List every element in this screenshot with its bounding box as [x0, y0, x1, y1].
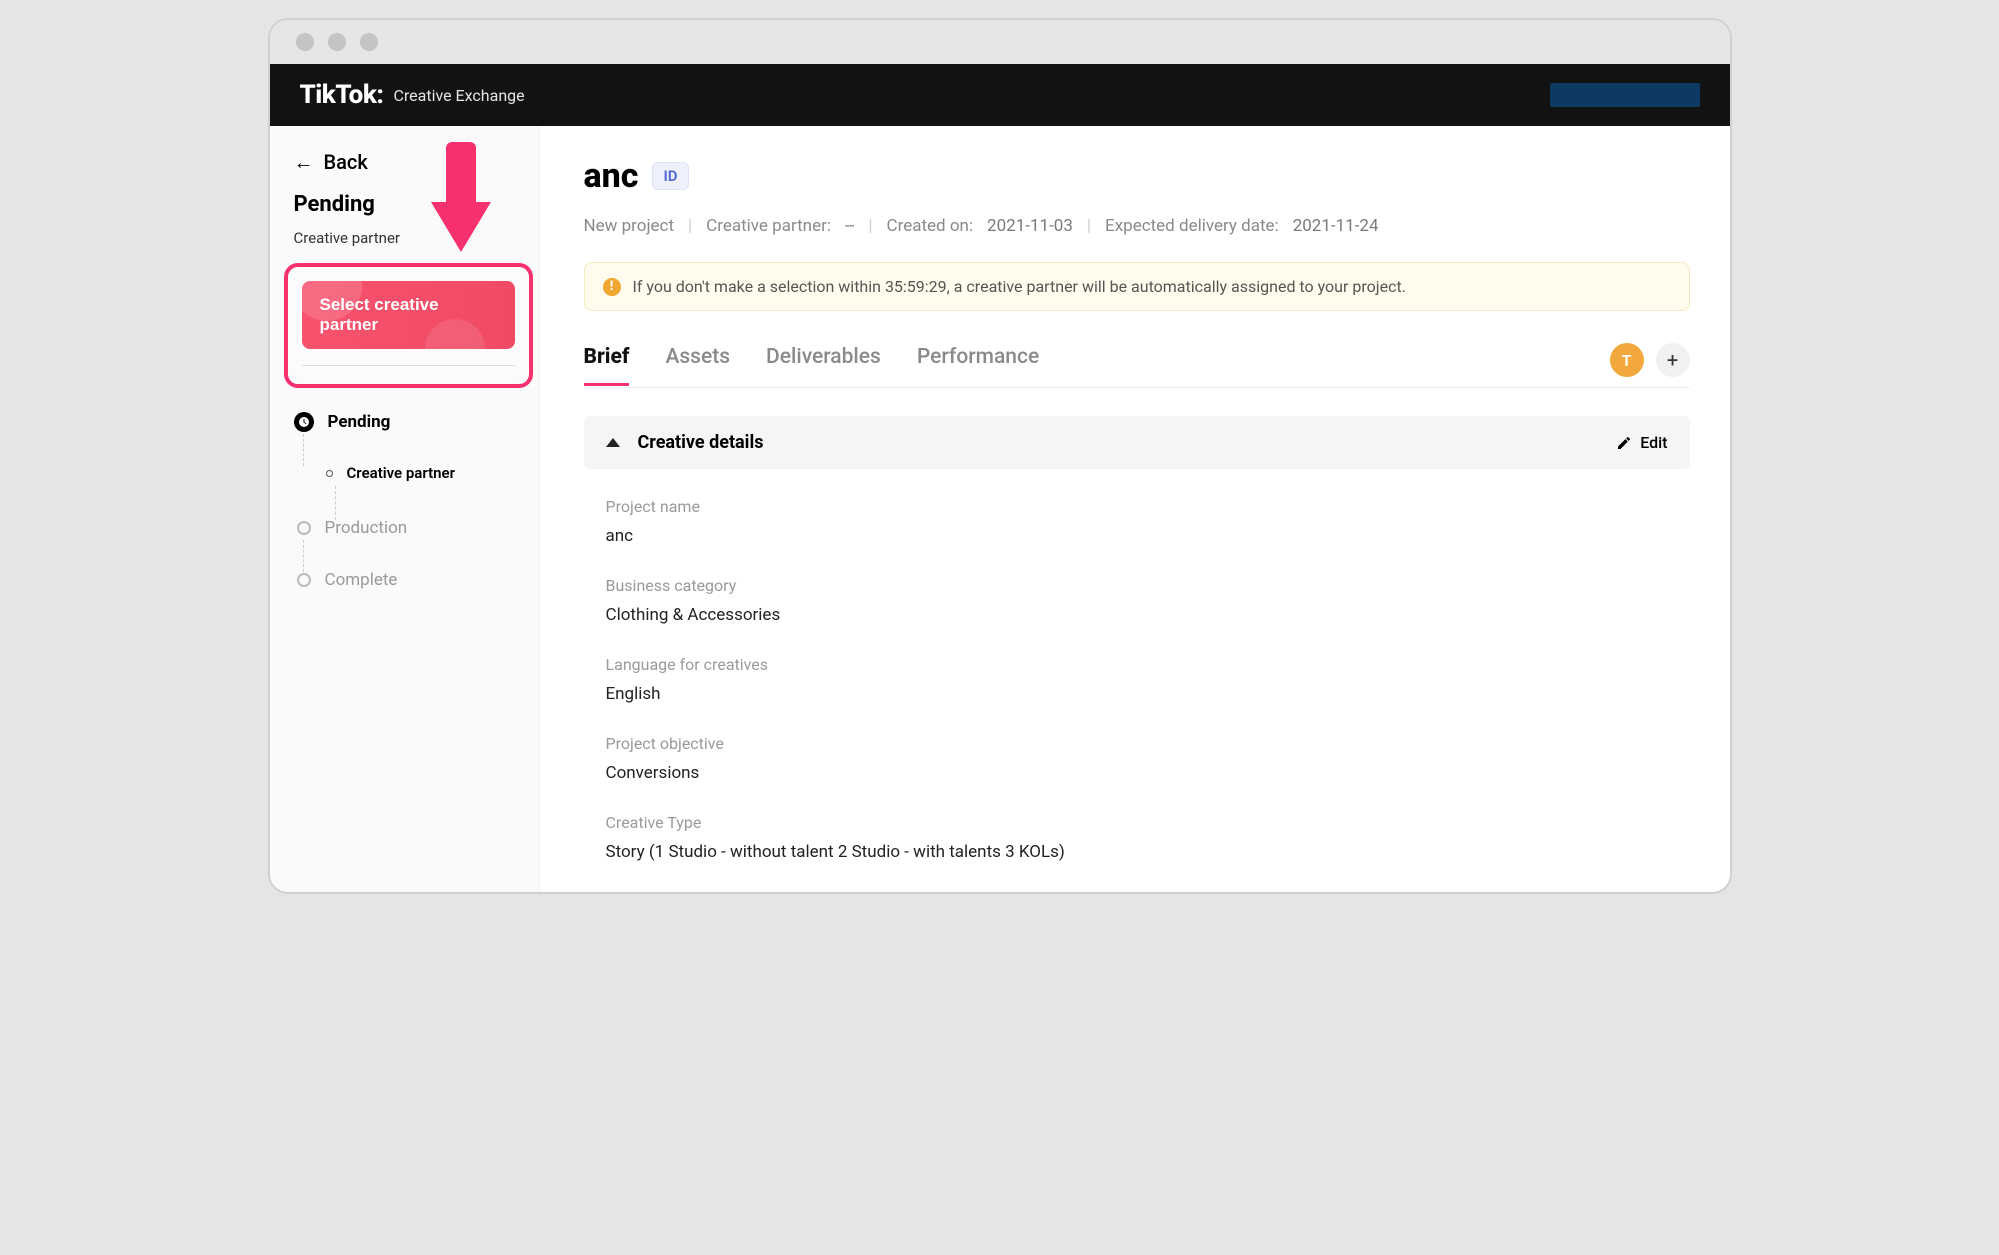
field-value: Story (1 Studio - without talent 2 Studi… [606, 842, 1668, 862]
window-dot [328, 33, 346, 51]
timeline-step-production[interactable]: Production [294, 518, 529, 570]
tabs-row: Brief Assets Deliverables Performance T … [584, 343, 1690, 388]
meta-created-label: Created on: [887, 216, 974, 236]
user-avatar[interactable]: T [1610, 343, 1644, 377]
panel-header-left: Creative details [606, 432, 764, 453]
tabs-actions: T + [1610, 343, 1690, 387]
timeline-label: Production [325, 518, 408, 538]
back-button[interactable]: ← Back [284, 146, 539, 192]
field-value: English [606, 684, 1668, 704]
tab-assets[interactable]: Assets [665, 345, 730, 386]
annotation-arrow-down-icon [433, 142, 489, 252]
clock-icon [294, 412, 314, 432]
field-value: Conversions [606, 763, 1668, 783]
tab-performance[interactable]: Performance [917, 345, 1039, 386]
brand-subtitle: Creative Exchange [393, 86, 524, 105]
meta-status: New project [584, 216, 675, 236]
sidebar: ← Back Pending Creative partner Select c… [270, 126, 540, 892]
field-value: anc [606, 526, 1668, 546]
field-label: Project objective [606, 734, 1668, 753]
meta-partner-value: -- [845, 216, 854, 236]
timeline-label: Pending [328, 412, 391, 432]
field-label: Creative Type [606, 813, 1668, 832]
arrow-left-icon: ← [294, 152, 314, 172]
plus-icon: + [1667, 348, 1678, 372]
circle-open-icon [297, 573, 311, 587]
field-label: Language for creatives [606, 655, 1668, 674]
app-header: TikTok: Creative Exchange [270, 64, 1730, 126]
edit-button[interactable]: Edit [1616, 433, 1667, 452]
field-business-category: Business category Clothing & Accessories [606, 576, 1668, 625]
tab-brief[interactable]: Brief [584, 345, 630, 386]
fields-list: Project name anc Business category Cloth… [584, 469, 1690, 862]
field-label: Project name [606, 497, 1668, 516]
divider [302, 365, 515, 366]
timeline-step-complete[interactable]: Complete [294, 570, 529, 622]
circle-open-icon [297, 521, 311, 535]
separator: | [688, 216, 692, 236]
select-creative-partner-button[interactable]: Select creative partner [302, 281, 515, 349]
timeline-step-pending[interactable]: Pending [294, 412, 529, 464]
window-titlebar [270, 20, 1730, 64]
field-objective: Project objective Conversions [606, 734, 1668, 783]
creative-details-panel: Creative details Edit Project name anc B… [584, 416, 1690, 862]
brand: TikTok: Creative Exchange [300, 80, 525, 110]
meta-created-value: 2021-11-03 [987, 216, 1073, 236]
back-label: Back [324, 150, 368, 174]
main-content: anc ID New project | Creative partner: -… [540, 126, 1730, 892]
project-title: anc [584, 156, 639, 196]
timeline-label: Creative partner [347, 464, 456, 482]
warning-icon: ! [603, 278, 621, 296]
field-label: Business category [606, 576, 1668, 595]
field-project-name: Project name anc [606, 497, 1668, 546]
cta-label: Select creative partner [320, 295, 439, 334]
sidebar-subheading: Creative partner [284, 229, 539, 263]
meta-partner-label: Creative partner: [706, 216, 831, 236]
tabs: Brief Assets Deliverables Performance [584, 345, 1040, 386]
panel-header[interactable]: Creative details Edit [584, 416, 1690, 469]
decorative-circle-icon [425, 319, 485, 349]
caret-up-icon [606, 438, 620, 447]
field-creative-type: Creative Type Story (1 Studio - without … [606, 813, 1668, 862]
dot-icon [326, 470, 333, 477]
app-window: TikTok: Creative Exchange ← Back Pending… [270, 20, 1730, 892]
window-dot [360, 33, 378, 51]
app-body: ← Back Pending Creative partner Select c… [270, 126, 1730, 892]
sidebar-heading: Pending [284, 192, 539, 229]
panel-title: Creative details [638, 432, 764, 453]
id-chip[interactable]: ID [652, 162, 688, 190]
title-row: anc ID [584, 156, 1690, 196]
timeline-label: Complete [325, 570, 398, 590]
meta-expected-label: Expected delivery date: [1105, 216, 1279, 236]
separator: | [868, 216, 872, 236]
brand-title: TikTok: [300, 80, 384, 110]
edit-label: Edit [1640, 433, 1667, 452]
progress-timeline: Pending Creative partner Production Comp… [284, 388, 539, 622]
field-value: Clothing & Accessories [606, 605, 1668, 625]
meta-expected-value: 2021-11-24 [1293, 216, 1379, 236]
timeline-substep-creative-partner[interactable]: Creative partner [294, 464, 529, 518]
separator: | [1087, 216, 1091, 236]
header-redacted-area [1550, 83, 1700, 107]
alert-text: If you don't make a selection within 35:… [633, 277, 1406, 296]
annotation-highlight-box: Select creative partner [284, 263, 533, 388]
window-dot [296, 33, 314, 51]
pencil-icon [1616, 435, 1632, 451]
selection-deadline-alert: ! If you don't make a selection within 3… [584, 262, 1690, 311]
add-button[interactable]: + [1656, 343, 1690, 377]
field-language: Language for creatives English [606, 655, 1668, 704]
project-meta-row: New project | Creative partner: -- | Cre… [584, 216, 1690, 236]
tab-deliverables[interactable]: Deliverables [766, 345, 881, 386]
